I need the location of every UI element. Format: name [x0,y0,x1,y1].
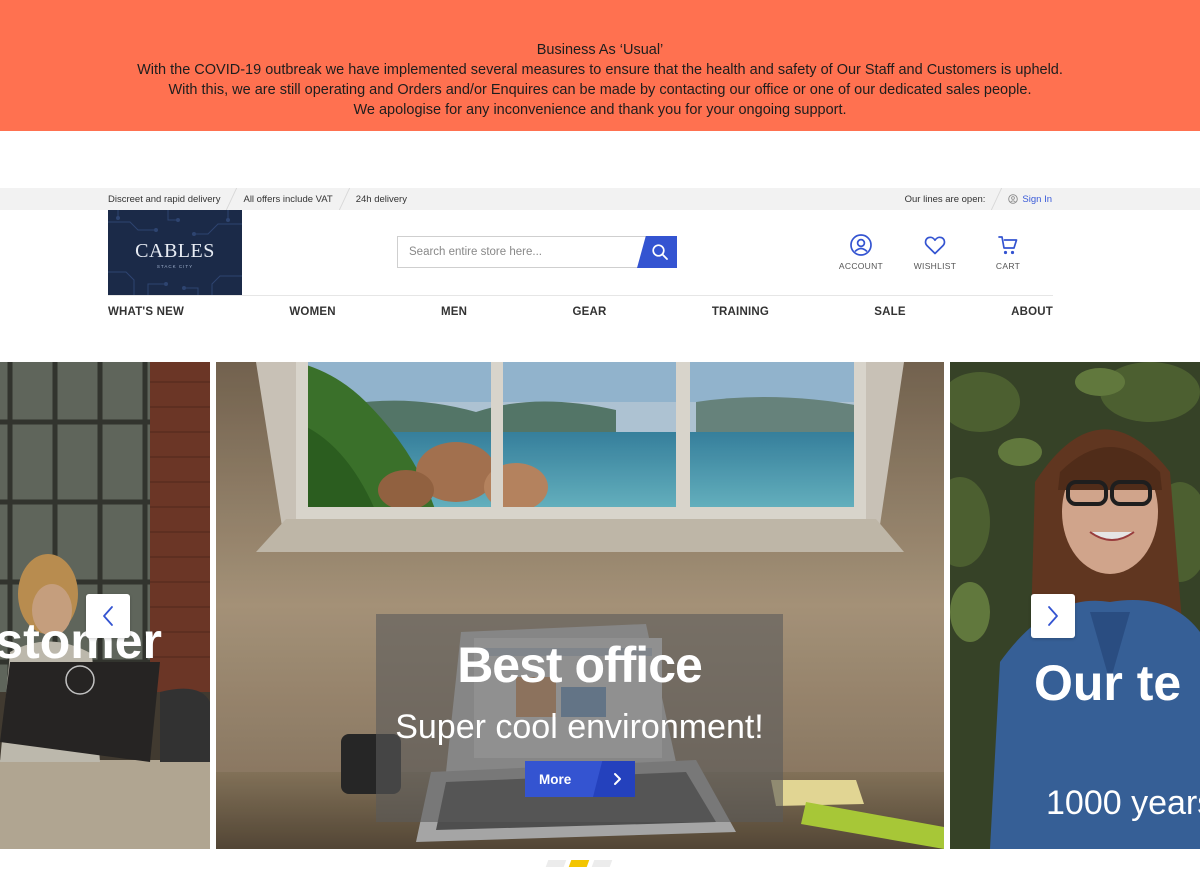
slide-subtitle: Super cool environment! [395,708,764,746]
divider [226,188,238,210]
notice-line-1: With the COVID-19 outbreak we have imple… [137,62,1063,78]
slide-title: Best office [457,637,703,693]
notice-line-3: We apologise for any inconvenience and t… [353,102,847,118]
carousel-dots [545,860,613,867]
main-nav: WHAT'S NEW WOMEN MEN GEAR TRAINING SALE … [108,306,1053,318]
top-bar-right: Our lines are open: Sign In [905,188,1052,210]
carousel-dot-2[interactable] [568,860,590,867]
notice-line-2: With this, we are still operating and Or… [168,82,1032,98]
covid-notice-banner: Business As ‘Usual’ With the COVID-19 ou… [0,0,1200,131]
nav-gear[interactable]: GEAR [572,306,606,318]
sign-in-link[interactable]: Sign In [1008,194,1052,205]
nav-about[interactable]: ABOUT [1011,306,1053,318]
logo-brand: CABLES [135,240,215,262]
sign-in-label: Sign In [1022,193,1052,205]
nav-training[interactable]: TRAINING [712,306,769,318]
promo-vat: All offers include VAT [243,193,333,205]
cart-link[interactable]: CART [978,233,1038,271]
chevron-right-icon [1048,606,1058,626]
search-bar [397,236,677,268]
account-label: ACCOUNT [838,261,884,271]
carousel-dot-1[interactable] [545,860,567,867]
search-button[interactable] [637,236,677,268]
promo-24h: 24h delivery [355,193,407,205]
nav-men[interactable]: MEN [441,306,467,318]
slide-next-subtitle: 1000 years [1046,784,1200,822]
divider [338,188,350,210]
header-divider [108,295,1053,296]
site-logo[interactable]: CABLES STACK CITY [108,210,242,295]
nav-sale[interactable]: SALE [874,306,905,318]
wishlist-link[interactable]: WISHLIST [905,233,965,271]
wishlist-label: WISHLIST [913,261,957,271]
carousel-slide-next: Our te 1000 years [950,362,1200,849]
nav-whats-new[interactable]: WHAT'S NEW [108,306,184,318]
lines-open-text: Our lines are open: [904,193,986,205]
slide-image-team-member [950,362,1200,849]
divider [991,188,1003,210]
slide-prev-title: stomer [0,613,162,669]
notice-title: Business As ‘Usual’ [536,42,664,58]
carousel-next-button[interactable] [1031,594,1075,638]
top-bar: Discreet and rapid delivery All offers i… [0,188,1200,210]
logo-tagline: STACK CITY [156,264,194,269]
top-bar-promos: Discreet and rapid delivery All offers i… [108,188,407,210]
account-icon [850,234,872,256]
carousel-dot-3[interactable] [591,860,613,867]
chevron-right-icon [593,761,635,797]
nav-women[interactable]: WOMEN [289,306,335,318]
more-button[interactable]: More [525,761,635,797]
more-button-label: More [539,771,572,787]
account-link[interactable]: ACCOUNT [831,233,891,271]
user-icon [1008,194,1019,204]
carousel-prev-button[interactable] [86,594,130,638]
search-input[interactable] [398,237,638,267]
promo-delivery: Discreet and rapid delivery [108,193,221,205]
cart-icon [998,236,1018,255]
carousel-slide-active: Best office Super cool environment! More [216,362,944,849]
cart-label: CART [995,261,1021,271]
slide-caption-box: Best office Super cool environment! More [376,614,783,822]
search-icon [652,244,668,260]
chevron-left-icon [103,606,113,626]
heart-icon [924,236,946,255]
slide-next-title: Our te [1034,655,1182,711]
